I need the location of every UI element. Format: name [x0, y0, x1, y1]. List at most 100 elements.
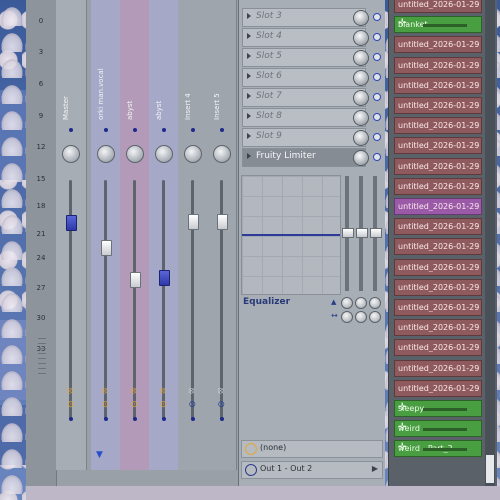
playlist-clip[interactable]: untitled_2026-01-29 01-...	[394, 0, 482, 13]
track-route-indicator[interactable]	[69, 128, 73, 132]
effect-slot[interactable]: Slot 6	[242, 68, 366, 87]
send-dot[interactable]	[190, 417, 195, 421]
track-route-indicator[interactable]	[219, 128, 224, 132]
eq-band-knob[interactable]	[369, 297, 381, 309]
slot-expand-arrow-icon[interactable]	[247, 113, 251, 119]
fx-bypass-icon[interactable]: ⦻	[67, 386, 73, 396]
swap-icon[interactable]: ⊙	[102, 400, 110, 410]
fx-bypass-icon[interactable]: ⦻	[102, 386, 108, 396]
volume-fader[interactable]	[158, 270, 170, 286]
slot-mix-knob[interactable]	[353, 150, 369, 166]
playlist-clip[interactable]: untitled_2026-01-29 01-...	[394, 157, 482, 175]
track-route-indicator[interactable]	[190, 128, 195, 132]
pan-knob[interactable]	[125, 145, 144, 163]
slot-enable-toggle[interactable]	[373, 93, 381, 101]
slot-expand-arrow-icon[interactable]	[247, 53, 251, 59]
mixer-track[interactable]: Insert 4 ⦻ ⊙	[178, 0, 208, 470]
fx-bypass-icon[interactable]: ⦻	[131, 386, 137, 396]
playlist-scrollbar[interactable]	[485, 0, 495, 488]
eq-band-knob[interactable]	[341, 311, 353, 323]
send-dot[interactable]	[69, 417, 73, 421]
slot-expand-arrow-icon[interactable]	[247, 93, 251, 99]
fx-bypass-icon[interactable]: ⦻	[218, 386, 224, 396]
mixer-track[interactable]: abyst ⦻ ⊙	[149, 0, 179, 470]
swap-icon[interactable]: ⊙	[67, 400, 75, 410]
slot-mix-knob[interactable]	[353, 10, 369, 26]
send-dot[interactable]	[103, 417, 108, 421]
pan-knob[interactable]	[154, 145, 173, 163]
slot-enable-toggle[interactable]	[373, 13, 381, 21]
slot-enable-toggle[interactable]	[373, 133, 381, 141]
effect-slot[interactable]: Slot 9	[242, 128, 366, 147]
eq-band-knob[interactable]	[341, 297, 353, 309]
slot-enable-toggle[interactable]	[373, 153, 381, 161]
effect-slot[interactable]: Slot 3	[242, 8, 366, 27]
playlist-clip[interactable]: weird - Part_2✛	[394, 440, 482, 458]
track-route-indicator[interactable]	[103, 128, 108, 132]
swap-icon[interactable]: ⊙	[189, 400, 197, 410]
volume-fader[interactable]	[129, 272, 141, 288]
pan-knob[interactable]	[212, 145, 231, 163]
playlist-clip[interactable]: untitled_2026-01-29 01-...	[394, 299, 482, 316]
send-dot[interactable]	[219, 417, 224, 421]
mixer-track[interactable]: orki man.vocal ⦻ ⊙	[91, 0, 121, 470]
master-send-arrow-icon[interactable]: ▼	[96, 450, 103, 460]
playlist-clip[interactable]: blanket ✛	[394, 16, 482, 34]
eq-band-handle[interactable]	[342, 228, 354, 238]
clip-add-icon[interactable]: ✛	[398, 402, 480, 413]
slot-enable-toggle[interactable]	[373, 113, 381, 121]
playlist-clip[interactable]: weird ✛	[394, 420, 482, 438]
slot-expand-arrow-icon[interactable]	[247, 133, 251, 139]
effect-slot[interactable]: Slot 7	[242, 88, 366, 107]
slot-expand-arrow-icon[interactable]	[247, 13, 251, 19]
swap-icon[interactable]: ⊙	[131, 400, 139, 410]
mixer-track[interactable]: abyst ⦻ ⊙	[120, 0, 150, 470]
slot-enable-toggle[interactable]	[373, 73, 381, 81]
track-route-indicator[interactable]	[132, 128, 137, 132]
playlist-clip[interactable]: untitled_2026-01-29 01-...	[394, 379, 482, 397]
eq-band-knob[interactable]	[369, 311, 381, 323]
eq-band-knob[interactable]	[355, 311, 367, 323]
input-selector[interactable]: (none)	[241, 440, 383, 458]
slot-mix-knob[interactable]	[353, 90, 369, 106]
eq-band-knob[interactable]	[355, 297, 367, 309]
send-dot[interactable]	[132, 417, 137, 421]
equalizer-graph[interactable]	[241, 175, 341, 295]
volume-fader[interactable]	[187, 214, 199, 230]
volume-fader[interactable]	[66, 215, 77, 231]
output-selector[interactable]: Out 1 - Out 2 ▶	[241, 461, 383, 479]
slot-expand-arrow-icon[interactable]	[247, 73, 251, 79]
playlist-clip[interactable]: untitled_2026-01-29 01-...	[394, 56, 482, 74]
playlist-clip[interactable]: untitled_2026-01-29 01-...	[394, 278, 482, 296]
effect-slot[interactable]: Slot 4	[242, 28, 366, 47]
slot-expand-arrow-icon[interactable]	[247, 153, 251, 159]
clip-add-icon[interactable]: ✛	[398, 442, 480, 453]
pan-knob[interactable]	[183, 145, 202, 163]
playlist-clip[interactable]: untitled_2026-01-29 01-...	[394, 258, 482, 276]
slot-mix-knob[interactable]	[353, 50, 369, 66]
playlist-clip[interactable]: untitled_2026-01-29 01-...	[394, 218, 482, 236]
mixer-track[interactable]: Master ⦻ ⊙	[56, 0, 87, 470]
slot-enable-toggle[interactable]	[373, 53, 381, 61]
playlist-clip[interactable]: untitled_2026-01-29 01-...	[394, 137, 482, 155]
playlist-clip[interactable]: untitled_2026-01-29 01-...	[394, 117, 482, 135]
slot-expand-arrow-icon[interactable]	[247, 33, 251, 39]
playlist-clip[interactable]: untitled_2026-01-29 01-...	[394, 238, 482, 256]
playlist-clip[interactable]: untitled_2026-01-29 01-...	[394, 319, 482, 337]
eq-band-handle[interactable]	[370, 228, 382, 238]
send-dot[interactable]	[161, 417, 166, 421]
slot-enable-toggle[interactable]	[373, 33, 381, 41]
playlist-clip[interactable]: untitled_2026-01-29 01-...	[394, 97, 482, 114]
eq-band-handle[interactable]	[356, 228, 368, 238]
track-route-indicator[interactable]	[161, 128, 166, 132]
playlist-clip[interactable]: untitled_2026-01-29 01-...	[394, 359, 482, 377]
slot-mix-knob[interactable]	[353, 110, 369, 126]
slot-mix-knob[interactable]	[353, 30, 369, 46]
playlist-clip[interactable]: untitled_2026-01-29 01-...	[394, 339, 482, 357]
effect-slot[interactable]: Slot 5	[242, 48, 366, 67]
slot-mix-knob[interactable]	[353, 70, 369, 86]
fx-bypass-icon[interactable]: ⦻	[160, 386, 166, 396]
playlist-clip[interactable]: untitled_2026-01-29 01-...	[394, 76, 482, 94]
mixer-track[interactable]: Insert 5 ⦻ ⊙	[207, 0, 237, 470]
swap-icon[interactable]: ⊙	[160, 400, 168, 410]
